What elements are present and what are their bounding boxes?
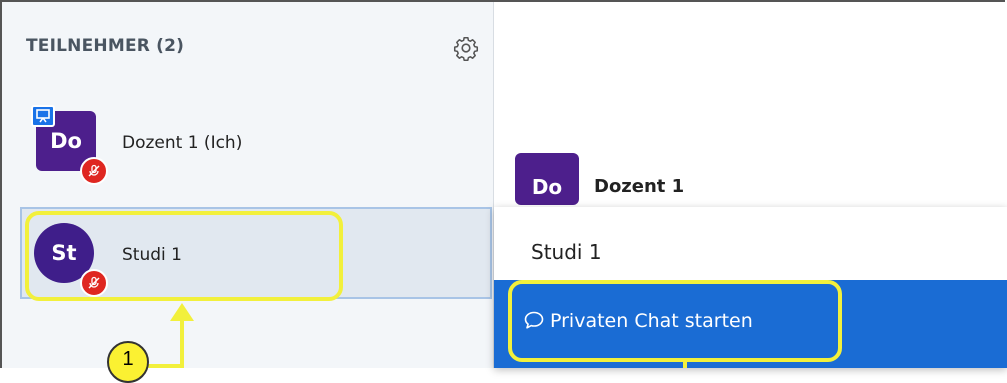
annotation-arrow-head — [170, 303, 194, 321]
annotation-arrow-stub — [683, 362, 687, 368]
annotation-arrow-connector — [148, 364, 184, 368]
muted-mic-icon — [80, 157, 108, 185]
participant-row-dozent[interactable]: Do Dozent 1 (Ich) — [20, 103, 492, 195]
context-menu-title: Studi 1 — [531, 240, 602, 264]
presenter-icon — [31, 105, 55, 127]
gear-icon[interactable] — [453, 35, 479, 61]
message-avatar: Do — [515, 153, 579, 205]
step-number-badge: 1 — [107, 341, 149, 383]
message-sender-name: Dozent 1 — [594, 176, 685, 197]
annotation-arrow-line — [180, 318, 184, 368]
participant-name: Dozent 1 (Ich) — [122, 133, 243, 153]
highlight-box-menu-item — [508, 280, 842, 362]
participants-header: TEILNEHMER (2) — [26, 36, 185, 56]
highlight-box-participant — [25, 211, 343, 301]
